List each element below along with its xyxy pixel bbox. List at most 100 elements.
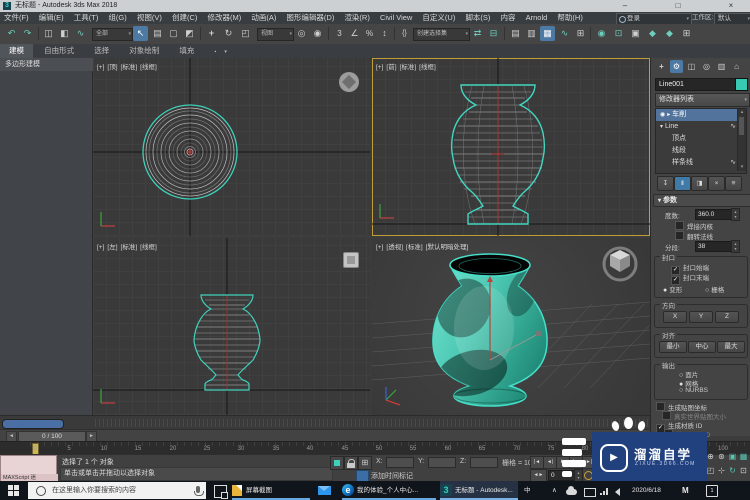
align-center-button[interactable]: 中心 [688,341,716,353]
menu-edit[interactable]: 编辑(E) [35,12,68,24]
menu-file[interactable]: 文件(F) [0,12,33,24]
menu-arnold[interactable]: Arnold [522,12,552,24]
viewport-menu-plus[interactable]: [+] [97,64,104,71]
viewport-left[interactable]: [+][左][标准][线框] [93,238,370,415]
menu-group[interactable]: 组(G) [104,12,130,24]
viewport-shading[interactable]: [线框] [140,244,157,251]
angle-snap-icon[interactable]: ∠ [347,26,362,41]
align-icon[interactable]: ⊟ [486,26,501,41]
menu-help[interactable]: 帮助(H) [553,12,586,24]
orbit-icon[interactable]: ↻ [727,465,738,477]
select-by-name-icon[interactable]: ▤ [150,26,165,41]
chevron-down-icon[interactable]: ▾ [215,45,236,59]
direction-y-button[interactable]: Y [689,311,713,323]
title-bar[interactable]: 3 无标题 - Autodesk 3ds Max 2018 – □ × [0,0,750,12]
restore-icon[interactable]: □ [668,0,688,12]
zoom-extents-icon[interactable]: ▣ [727,451,738,463]
motion-tab-icon[interactable]: ◎ [700,60,713,73]
viewport-front[interactable]: [+][前][标准][线框] [372,58,650,236]
select-and-link-icon[interactable]: ◫ [41,26,56,41]
degrees-field[interactable]: 360.0 [695,209,733,220]
viewport-name[interactable]: [前] [386,64,396,71]
scroll-down-icon[interactable]: ▾ [738,164,746,171]
viewport-name[interactable]: [顶] [107,64,117,71]
stack-item-line[interactable]: ▾ Line ∿ [656,121,746,133]
zoom-extents-all-icon[interactable]: ▦ [738,451,749,463]
menu-views[interactable]: 视图(V) [133,12,166,24]
viewport-shading[interactable]: [线框] [419,64,436,71]
tab-modeling[interactable]: 建模 [0,44,33,58]
ribbon-toggle-icon[interactable]: ▦ [540,26,555,41]
menu-content[interactable]: 内容 [497,12,520,24]
taskbar-app-screenshot[interactable]: 屏幕截图 [232,481,310,500]
use-pivot-center-icon[interactable]: ◎ [294,26,309,41]
viewport-renderer[interactable]: [标准] [406,244,423,251]
menu-animation[interactable]: 动画(A) [247,12,280,24]
select-and-scale-icon[interactable]: ◰ [238,26,253,41]
selection-lock-icon[interactable] [344,456,358,470]
morph-radio[interactable]: ●变形 [663,284,682,294]
select-object-icon[interactable]: ↖ [133,26,148,41]
time-slider-handle[interactable] [2,419,64,429]
object-color-swatch[interactable] [735,78,748,91]
percent-snap-icon[interactable]: % [362,26,377,41]
taskbar-search[interactable]: 在这里输入你要搜索的内容 [28,482,206,499]
z-coord-field[interactable] [470,457,498,468]
notification-center-icon[interactable]: 1 [706,485,718,497]
layer-explorer-icon[interactable]: ▥ [524,26,539,41]
mail-app-icon[interactable] [318,486,331,495]
weld-core-checkbox[interactable]: 焊接内核 [675,221,713,231]
selection-filter-dropdown[interactable]: 全部▾ [92,28,133,41]
stack-item-lathe[interactable]: ◉ ▸ 车削 [656,109,746,121]
edit-named-sets-icon[interactable]: {} [397,26,412,41]
stack-item-segment[interactable]: 线段 [656,145,746,157]
tab-object-paint[interactable]: 对象绘制 [120,44,168,58]
display-tray-icon[interactable] [584,488,596,497]
tab-selection[interactable]: 选择 [85,44,118,58]
menu-tools[interactable]: 工具(T) [70,12,103,24]
hierarchy-tab-icon[interactable]: ◫ [685,60,698,73]
viewport-name[interactable]: [透视] [386,244,403,251]
viewport-top[interactable]: [+][顶][标准][线框] [93,58,370,236]
tab-freeform[interactable]: 自由形式 [35,44,83,58]
previous-frame-icon[interactable]: ◄| [543,456,557,469]
show-end-result-icon[interactable]: ‖ [674,176,691,191]
maximize-viewport-icon[interactable]: ⊡ [738,465,749,477]
stack-item-spline[interactable]: 样条线 ∿ [656,157,746,169]
named-sets-dropdown[interactable]: 创建选择集▾ [413,28,470,41]
select-and-manipulate-icon[interactable]: ◉ [310,26,325,41]
close-icon[interactable]: × [721,0,741,12]
render-production-icon[interactable]: ◆ [645,26,660,41]
material-editor-icon[interactable]: ◉ [594,26,609,41]
volume-tray-icon[interactable] [615,488,620,496]
menu-scripting[interactable]: 脚本(S) [461,12,494,24]
curve-editor-icon[interactable]: ∿ [557,26,572,41]
start-button[interactable] [8,485,19,496]
isolate-selection-icon[interactable] [330,456,344,470]
select-and-move-icon[interactable]: + [204,26,219,41]
viewport-renderer[interactable]: [标准] [121,244,138,251]
utilities-tab-icon[interactable]: ⌂ [730,60,743,73]
mirror-icon[interactable]: ⇄ [470,26,485,41]
schematic-view-icon[interactable]: ⊞ [573,26,588,41]
stack-scrollbar[interactable]: ▴ ▾ [737,109,746,171]
remove-modifier-icon[interactable]: × [708,176,725,191]
expand-icon[interactable]: ▸ [667,112,670,118]
eye-icon[interactable]: ◉ [660,112,665,118]
spinner-snap-icon[interactable]: ↕ [377,26,392,41]
reference-coordinate-dropdown[interactable]: 视图▾ [257,28,294,41]
menu-customize[interactable]: 自定义(U) [418,12,459,24]
direction-z-button[interactable]: Z [715,311,739,323]
clock-date[interactable]: 2020/6/18 [632,481,661,500]
rendered-frame-window-icon[interactable]: ▣ [628,26,643,41]
menu-modifiers[interactable]: 修改器(M) [203,12,245,24]
grid-radio[interactable]: ○栅格 [705,284,724,294]
viewport-menu-plus[interactable]: [+] [376,244,383,251]
nurbs-radio[interactable]: ○NURBS [679,387,708,394]
viewport-menu-plus[interactable]: [+] [97,244,104,251]
align-max-button[interactable]: 最大 [717,341,745,353]
object-name-field[interactable]: Line001 [655,78,736,91]
menu-graph-editors[interactable]: 图形编辑器(D) [282,12,338,24]
bind-to-space-warp-icon[interactable]: ∿ [73,26,88,41]
render-region-icon[interactable]: ⊞ [679,26,694,41]
